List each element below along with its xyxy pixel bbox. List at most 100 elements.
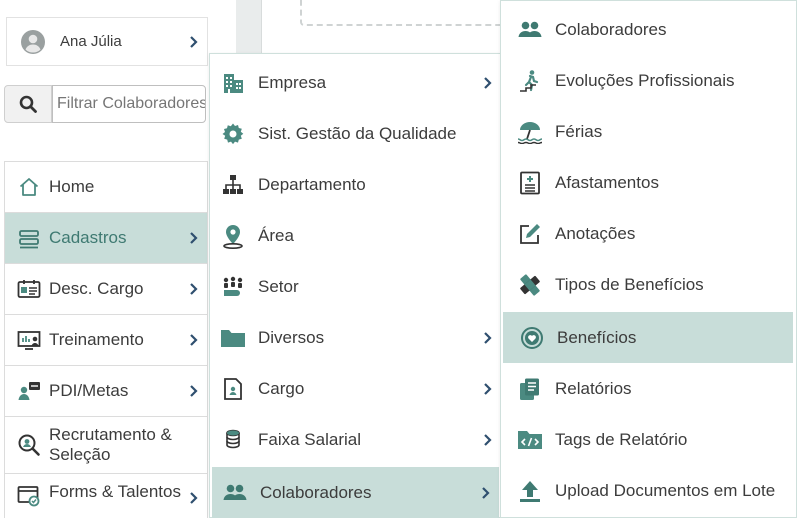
menu-item-cargo[interactable]: Cargo xyxy=(210,363,501,414)
user-name: Ana Júlia xyxy=(60,33,122,50)
map-pin-icon xyxy=(220,223,246,249)
user-card[interactable]: Ana Júlia xyxy=(6,17,208,66)
stairs-icon xyxy=(517,68,543,94)
menu-item-label: Evoluções Profissionais xyxy=(555,70,735,90)
home-icon xyxy=(17,175,41,199)
sidebar-item-desc-cargo[interactable]: Desc. Cargo xyxy=(5,264,208,315)
chevron-right-icon xyxy=(479,381,495,397)
users-icon xyxy=(517,17,543,43)
forms-icon xyxy=(17,484,41,508)
menu-item-diversos[interactable]: Diversos xyxy=(210,312,501,363)
recruitment-icon xyxy=(17,433,41,457)
menu-item-label: Setor xyxy=(258,276,299,296)
menu-item-sgq[interactable]: Sist. Gestão da Qualidade xyxy=(210,108,501,159)
job-description-icon xyxy=(17,277,41,301)
menu-item-colaboradores[interactable]: Colaboradores xyxy=(212,467,499,518)
heart-badge-icon xyxy=(519,325,545,351)
sidebar-item-label: Cadastros xyxy=(49,228,127,247)
menu-item-departamento[interactable]: Departamento xyxy=(210,159,501,210)
users-icon xyxy=(222,480,248,506)
menu-item-anotacoes[interactable]: Anotações xyxy=(501,208,796,259)
cadastros-submenu: Empresa Sist. Gestão da Qualidade Depart… xyxy=(209,53,502,518)
sidebar-item-forms-talentos[interactable]: Forms & Talentos xyxy=(5,474,208,518)
sidebar-item-label: Desc. Cargo xyxy=(49,279,144,298)
building-icon xyxy=(220,70,246,96)
goals-icon xyxy=(17,379,41,403)
sidebar-item-pdi-metas[interactable]: PDI/Metas xyxy=(5,366,208,417)
menu-item-area[interactable]: Área xyxy=(210,210,501,261)
medical-document-icon xyxy=(517,170,543,196)
sidebar: Ana Júlia Home Cadastros Desc. xyxy=(0,0,210,518)
list-icon xyxy=(17,226,41,250)
menu-item-tipos-beneficios[interactable]: Tipos de Benefícios xyxy=(501,259,796,310)
colaboradores-submenu: Colaboradores Evoluções Profissionais Fé… xyxy=(500,0,797,518)
people-group-icon xyxy=(220,274,246,300)
menu-item-label: Colaboradores xyxy=(555,19,667,39)
menu-item-relatorios[interactable]: Relatórios xyxy=(501,363,796,414)
chevron-right-icon xyxy=(477,485,493,501)
menu-item-label: Benefícios xyxy=(557,327,637,347)
sidebar-item-label: Recrutamento & Seleção xyxy=(49,425,172,464)
edit-icon xyxy=(517,221,543,247)
sidebar-item-label: PDI/Metas xyxy=(49,381,129,400)
menu-item-beneficios[interactable]: Benefícios xyxy=(503,312,793,363)
menu-item-tags-relatorio[interactable]: Tags de Relatório xyxy=(501,414,796,465)
menu-item-upload-lote[interactable]: Upload Documentos em Lote xyxy=(501,465,796,516)
upload-icon xyxy=(517,478,543,504)
menu-item-label: Tags de Relatório xyxy=(555,429,688,449)
sidebar-item-treinamento[interactable]: Treinamento xyxy=(5,315,208,366)
menu-item-label: Tipos de Benefícios xyxy=(555,274,704,294)
id-card-icon xyxy=(220,376,246,402)
search-icon xyxy=(19,95,37,113)
chevron-right-icon xyxy=(185,383,201,399)
sidebar-item-label: Treinamento xyxy=(49,330,144,349)
chevron-right-icon xyxy=(479,330,495,346)
reports-icon xyxy=(517,376,543,402)
sidebar-item-home[interactable]: Home xyxy=(5,162,208,213)
sidebar-item-recrutamento[interactable]: Recrutamento & Seleção xyxy=(5,417,208,474)
dropzone-outline xyxy=(300,0,510,26)
chevron-right-icon xyxy=(185,281,201,297)
menu-item-colaboradores-list[interactable]: Colaboradores xyxy=(501,4,796,55)
menu-item-label: Sist. Gestão da Qualidade xyxy=(258,123,457,143)
menu-item-label: Upload Documentos em Lote xyxy=(555,480,776,500)
chevron-right-icon xyxy=(185,230,201,246)
menu-item-label: Cargo xyxy=(258,378,305,398)
chevron-right-icon xyxy=(185,490,201,506)
menu-item-label: Férias xyxy=(555,121,603,141)
user-avatar-icon xyxy=(21,29,45,54)
menu-item-ferias[interactable]: Férias xyxy=(501,106,796,157)
menu-item-label: Afastamentos xyxy=(555,172,659,192)
menu-item-label: Colaboradores xyxy=(260,482,372,502)
menu-item-empresa[interactable]: Empresa xyxy=(210,57,501,108)
filter-employees-input[interactable] xyxy=(52,85,206,123)
folder-icon xyxy=(220,325,246,351)
menu-item-label: Empresa xyxy=(258,72,327,92)
menu-item-setor[interactable]: Setor xyxy=(210,261,501,312)
menu-item-label: Anotações xyxy=(555,223,636,243)
chevron-right-icon xyxy=(185,332,201,348)
background-panel xyxy=(236,0,262,54)
menu-item-label: Faixa Salarial xyxy=(258,429,361,449)
menu-item-label: Relatórios xyxy=(555,378,632,398)
code-tag-icon xyxy=(517,427,543,453)
menu-item-faixa-salarial[interactable]: Faixa Salarial xyxy=(210,414,501,465)
sidebar-item-label: Home xyxy=(49,177,95,196)
coins-icon xyxy=(220,427,246,453)
chevron-right-icon xyxy=(479,432,495,448)
search-button[interactable] xyxy=(4,85,52,123)
menu-item-evolucoes[interactable]: Evoluções Profissionais xyxy=(501,55,796,106)
chevron-right-icon xyxy=(479,75,495,91)
gear-icon xyxy=(220,121,246,147)
menu-item-afastamentos[interactable]: Afastamentos xyxy=(501,157,796,208)
sidebar-item-label: Forms & Talentos xyxy=(49,482,181,501)
sidebar-item-cadastros[interactable]: Cadastros xyxy=(5,213,208,264)
beach-umbrella-icon xyxy=(517,119,543,145)
sidebar-nav: Home Cadastros Desc. Cargo Treinamento P… xyxy=(4,161,208,518)
org-chart-icon xyxy=(220,172,246,198)
benefit-types-icon xyxy=(517,272,543,298)
menu-item-label: Departamento xyxy=(258,174,366,194)
chevron-right-icon xyxy=(185,34,201,50)
training-icon xyxy=(17,328,41,352)
menu-item-label: Diversos xyxy=(258,327,325,347)
